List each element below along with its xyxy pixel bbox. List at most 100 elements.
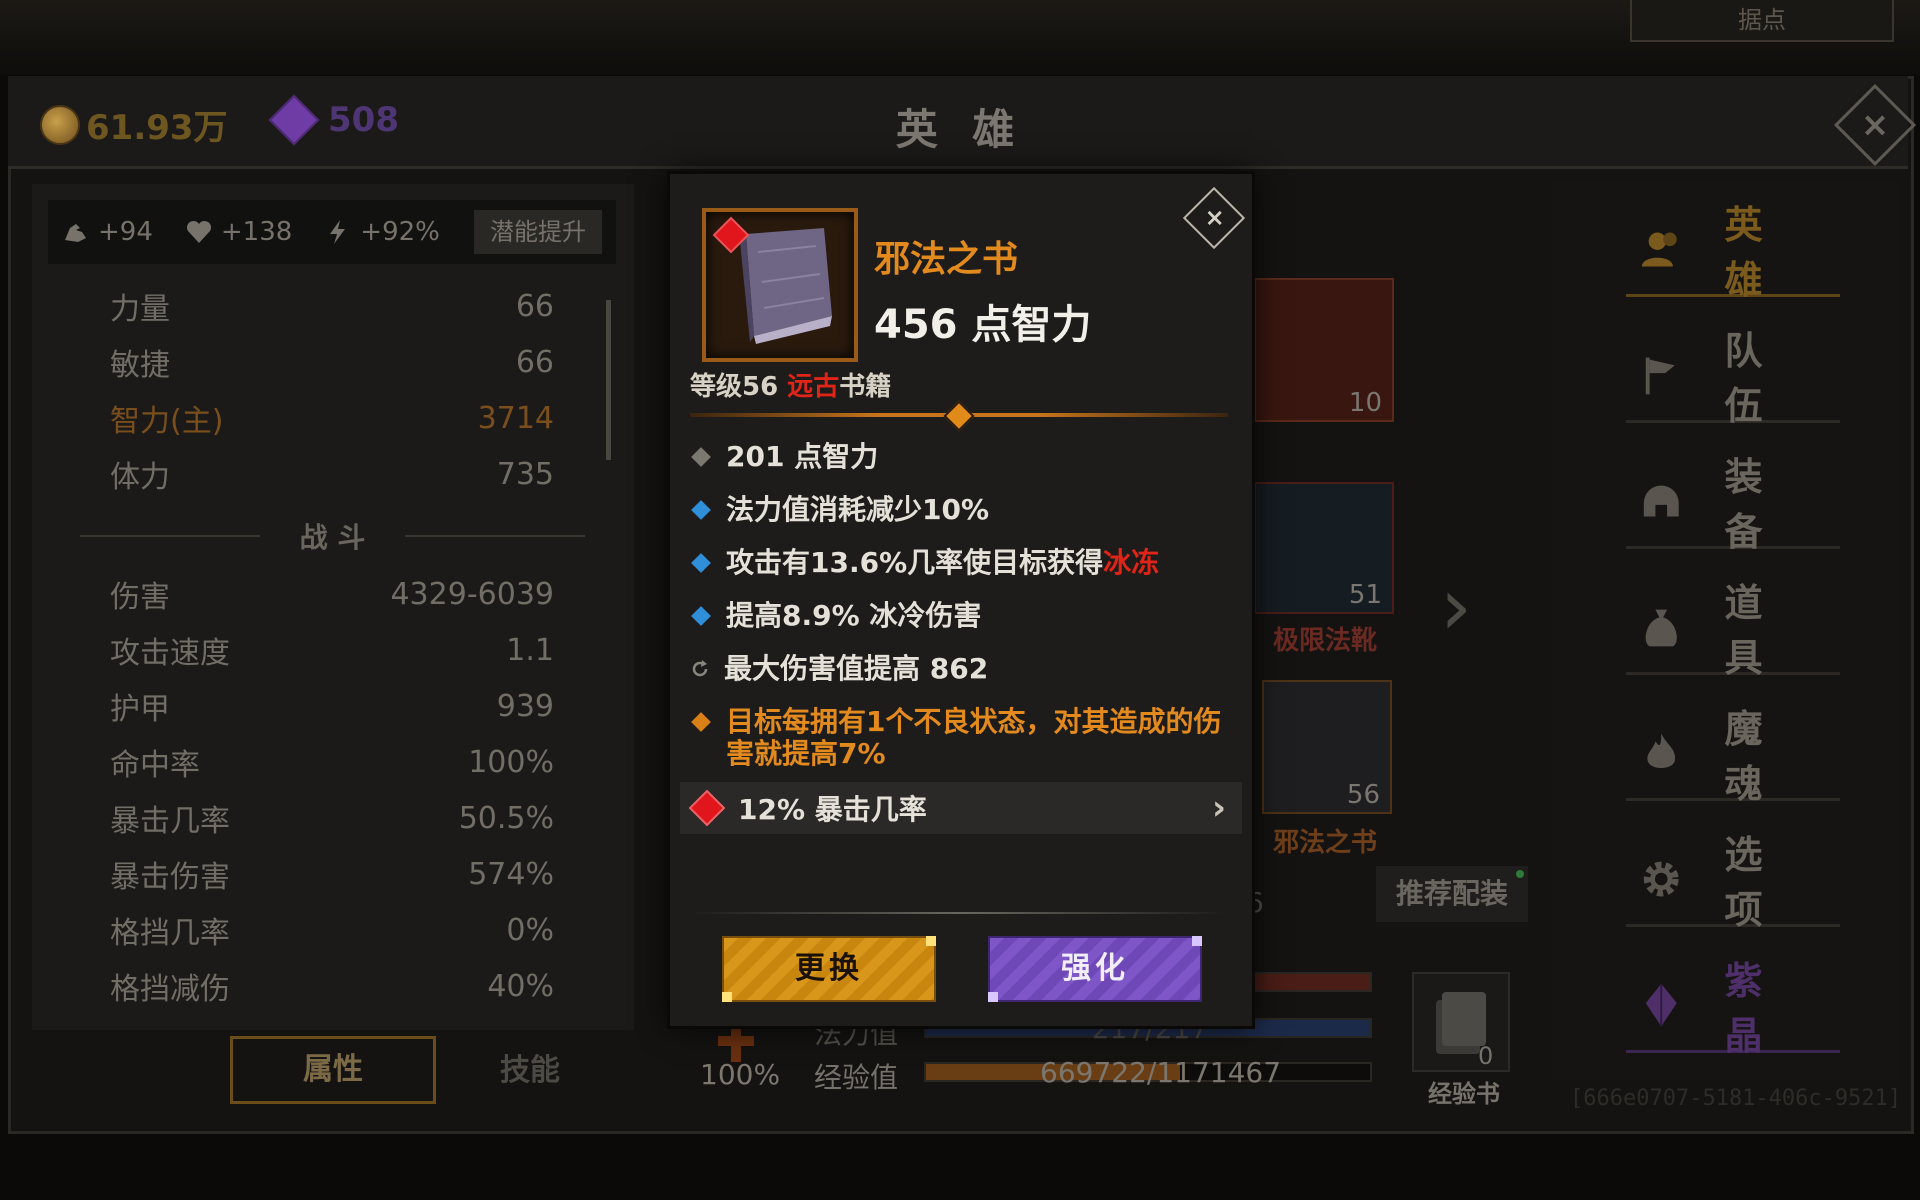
nav-item-equipment[interactable]: 装 备 — [1626, 455, 1840, 554]
stat-value: 66 — [515, 344, 554, 380]
stat-value: 50.5% — [458, 800, 554, 836]
people-icon — [1641, 232, 1677, 267]
stat-agility: 敏捷 66 — [110, 338, 554, 386]
stat-block-reduction: 格挡减伤 40% — [110, 962, 554, 1010]
blue-diamond-icon — [691, 606, 711, 626]
stat-value: 735 — [496, 456, 554, 492]
equipment-slot-boots[interactable]: 51 — [1254, 482, 1394, 614]
stat-value: 100% — [468, 744, 554, 780]
item-level-line: 等级56 远古书籍 — [690, 366, 891, 403]
next-arrow-icon[interactable]: › — [1440, 560, 1472, 653]
close-icon: × — [1860, 105, 1890, 145]
stat-label: 力量 — [110, 292, 170, 327]
strength-bonus: +94 — [62, 217, 153, 247]
corner-accent — [1192, 936, 1202, 946]
combat-divider: 战 斗 — [80, 512, 585, 558]
nav-label: 紫 晶 — [1724, 959, 1773, 1058]
item-type: 书籍 — [839, 372, 892, 402]
window-title: 英 雄 — [895, 105, 1025, 154]
affix-text: 201 点智力 — [726, 440, 879, 473]
stronghold-tab[interactable]: 据点 — [1630, 0, 1894, 42]
exp-value: 669722/1171467 — [1040, 1056, 1282, 1089]
slot-level: 10 — [1348, 388, 1382, 418]
potential-upgrade-button[interactable]: 潜能提升 — [474, 210, 602, 254]
corner-accent — [988, 992, 998, 1002]
affix-row: 201 点智力 — [690, 441, 1230, 473]
revive-percent: 100% — [700, 1058, 781, 1091]
slot-level: 51 — [1348, 580, 1382, 610]
stat-crit-damage: 暴击伤害 574% — [110, 850, 554, 898]
replace-button[interactable]: 更换 — [722, 936, 936, 1002]
exp-book-slot[interactable] — [1412, 972, 1510, 1072]
orange-diamond-icon — [691, 712, 711, 732]
stat-label: 护甲 — [110, 692, 170, 727]
tab-attributes[interactable]: 属性 — [230, 1036, 436, 1104]
affix-row: 提高8.9% 冰冷伤害 — [690, 600, 1230, 632]
bag-icon — [1645, 609, 1677, 647]
stat-label: 格挡减伤 — [110, 972, 230, 1007]
slot-book-name: 邪法之书 — [1272, 828, 1377, 858]
stat-value: 4329-6039 — [390, 576, 554, 612]
stat-block-chance: 格挡几率 0% — [110, 906, 554, 954]
stat-intelligence: 智力(主) 3714 — [110, 394, 554, 442]
stat-label: 格挡几率 — [110, 916, 230, 951]
exp-label: 经验值 — [814, 1061, 899, 1094]
crystal-icon — [1645, 983, 1677, 1027]
stat-value: 0% — [506, 912, 554, 948]
affix-freeze-keyword: 冰冻 — [1103, 546, 1160, 579]
corner-accent — [926, 936, 936, 946]
notification-dot — [1516, 870, 1524, 878]
affix-row: 法力值消耗减少10% — [690, 494, 1230, 526]
nav-item-souls[interactable]: 魔 魂 — [1626, 707, 1840, 806]
item-main-stat: 456 点智力 — [874, 302, 1092, 348]
affix-row-rerolled: 最大伤害值提高 862 — [690, 653, 1230, 685]
reroll-icon — [692, 660, 708, 677]
affix-text: 最大伤害值提高 862 — [724, 652, 989, 685]
strength-bonus-value: +94 — [98, 217, 153, 247]
stat-value: 574% — [468, 856, 554, 892]
nav-item-items[interactable]: 道 具 — [1626, 581, 1840, 680]
stat-label: 敏捷 — [110, 348, 170, 383]
item-name: 邪法之书 — [874, 239, 1019, 280]
nav-item-team[interactable]: 队 伍 — [1626, 329, 1840, 428]
slot-boots-name: 极限法靴 — [1272, 626, 1377, 656]
enhance-button-label: 强化 — [1061, 951, 1129, 986]
nav-label: 魔 魂 — [1724, 707, 1773, 806]
nav-item-hero[interactable]: 英 雄 — [1626, 203, 1840, 302]
equipment-slot-weapon[interactable]: 10 — [1254, 278, 1394, 422]
stat-vitality: 体力 735 — [110, 450, 554, 498]
stat-label: 命中率 — [110, 748, 200, 783]
item-rarity: 远古 — [787, 372, 840, 402]
gem-socket-row[interactable]: 12% 暴击几率 › — [680, 782, 1242, 834]
affix-text: 法力值消耗减少10% — [726, 493, 990, 526]
nav-label: 英 雄 — [1724, 203, 1773, 302]
flag-icon — [1645, 357, 1675, 395]
exp-book-count: 0 — [1478, 1042, 1494, 1070]
ruby-gem-icon — [688, 789, 726, 827]
book-stack-icon — [1436, 992, 1486, 1054]
close-icon: × — [1204, 203, 1225, 232]
stats-scrollbar[interactable] — [606, 300, 611, 460]
exp-book-label: 经验书 — [1428, 1080, 1500, 1108]
health-bonus-value: +138 — [220, 217, 293, 247]
potential-row: +94 +138 +92% 潜能提升 — [48, 200, 616, 264]
stat-accuracy: 命中率 100% — [110, 738, 554, 786]
stat-label: 暴击伤害 — [110, 860, 230, 895]
recommend-loadout-button[interactable]: 推荐配装 — [1376, 866, 1528, 922]
equipment-slot-book[interactable]: 56 — [1262, 680, 1392, 814]
stat-label: 暴击几率 — [110, 804, 230, 839]
grey-diamond-icon — [691, 447, 711, 467]
enhance-button[interactable]: 强化 — [988, 936, 1202, 1002]
nav-item-crystal[interactable]: 紫 晶 — [1626, 959, 1840, 1058]
affix-text-main: 攻击有13.6%几率使目标获得 — [726, 546, 1104, 579]
gear-icon — [1643, 861, 1679, 897]
affix-text: 提高8.9% 冰冷伤害 — [726, 599, 982, 632]
tab-skills[interactable]: 技能 — [450, 1040, 610, 1102]
nav-item-options[interactable]: 选 项 — [1626, 833, 1840, 932]
stat-value: 1.1 — [506, 632, 554, 668]
gem-amount: 508 — [328, 100, 399, 140]
gold-amount: 61.93万 — [86, 108, 228, 148]
stat-strength: 力量 66 — [110, 282, 554, 330]
stat-attack-speed: 攻击速度 1.1 — [110, 626, 554, 674]
stat-crit-chance: 暴击几率 50.5% — [110, 794, 554, 842]
